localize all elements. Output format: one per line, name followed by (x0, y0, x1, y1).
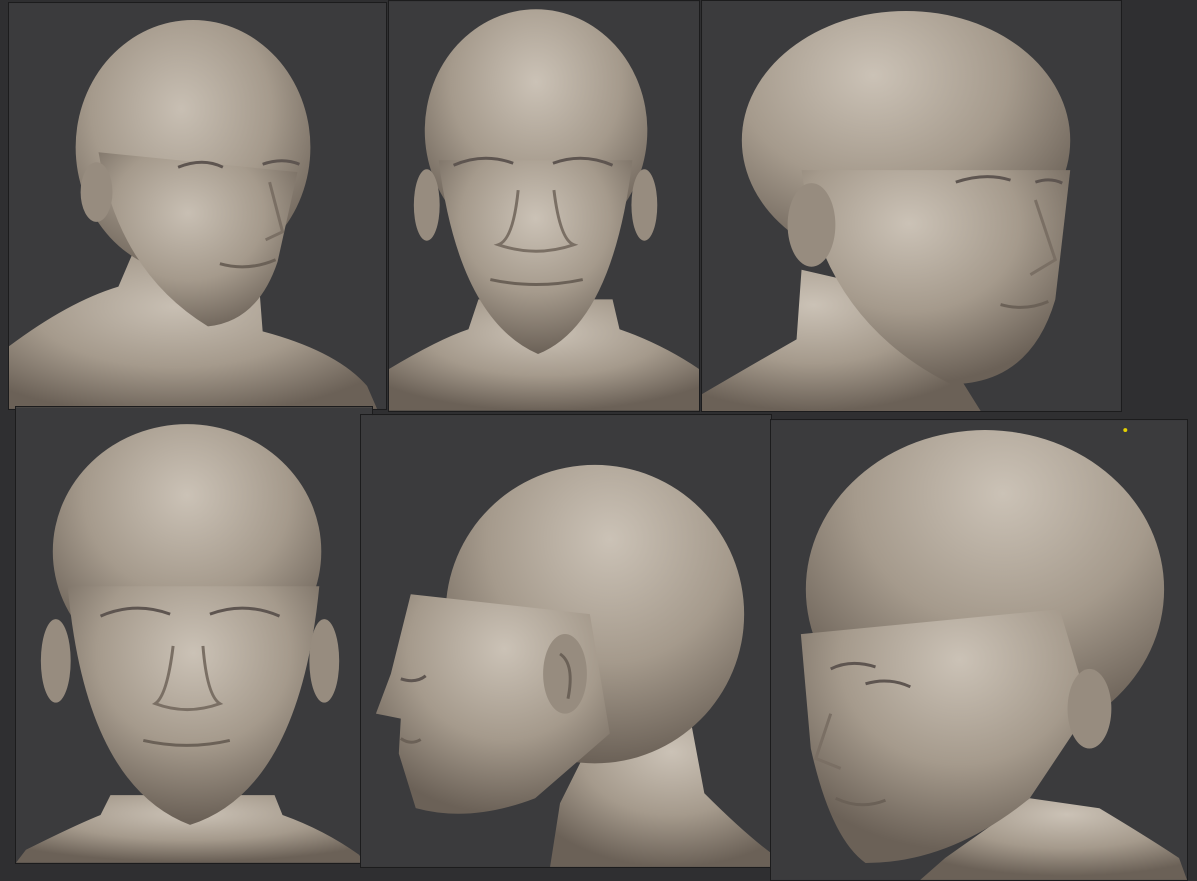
render-panel-three-quarter-low-angle (770, 419, 1188, 881)
render-panel-three-quarter-left (8, 2, 387, 410)
sculpt-render-front-upper (389, 1, 699, 411)
sculpt-render-front-lower (16, 407, 372, 863)
render-panel-front-upper (388, 0, 700, 412)
sculpt-render-three-quarter-low-angle (771, 420, 1187, 880)
render-panel-front-lower (15, 406, 373, 864)
sculpt-render-side-profile-left (361, 415, 771, 867)
sculpt-render-three-quarter-left (9, 3, 386, 409)
sculpt-render-three-quarter-right (702, 1, 1121, 411)
marker-dot (1123, 428, 1128, 433)
render-panel-side-profile-left (360, 414, 772, 868)
sculpt-reference-sheet: { "sheet": { "background_color": "#2f2f3… (0, 0, 1197, 881)
render-panel-three-quarter-right (701, 0, 1122, 412)
